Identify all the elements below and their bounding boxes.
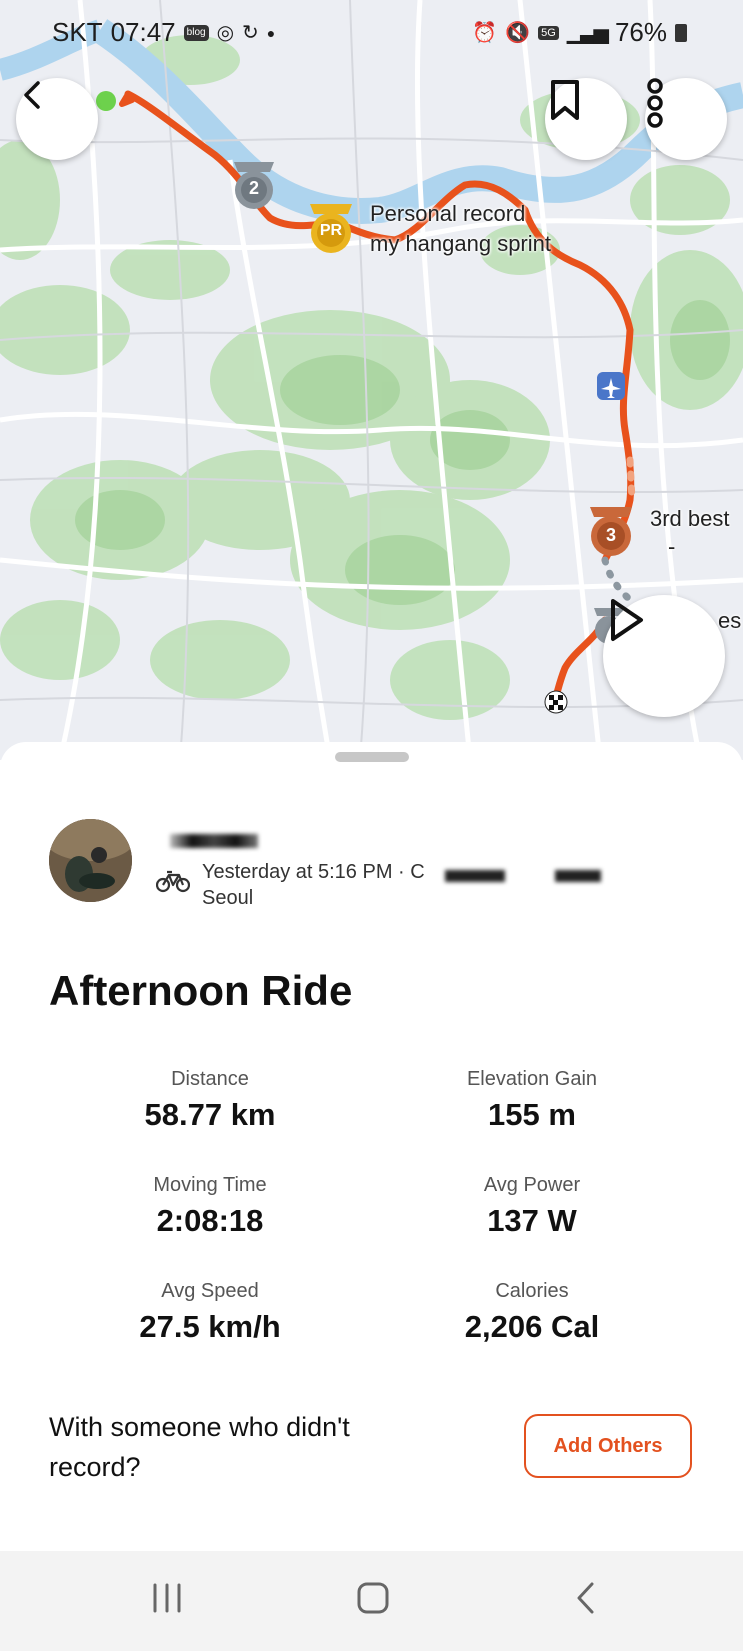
- finish-marker: [544, 690, 568, 714]
- recents-button[interactable]: [150, 1581, 184, 1620]
- segment-badge-3[interactable]: 3: [586, 503, 636, 559]
- with-someone-prompt: With someone who didn't record?: [49, 1412, 350, 1482]
- home-icon: [357, 1582, 389, 1614]
- third-best-dash: -: [668, 534, 676, 559]
- dot-icon: ●: [266, 24, 276, 41]
- badge-3-label: 3: [605, 525, 616, 545]
- activity-date: Yesterday at 5:16 PM · C: [202, 861, 425, 883]
- activity-sheet: Yesterday at 5:16 PM · C Seoul Afternoon…: [0, 742, 743, 1552]
- stat-moving-time: Moving Time 2:08:18: [60, 1174, 360, 1239]
- more-options-button[interactable]: [645, 78, 727, 160]
- bookmark-icon: [551, 80, 579, 120]
- stat-label: Avg Speed: [161, 1280, 259, 1302]
- device-redacted: [445, 870, 505, 882]
- stat-avg-speed: Avg Speed 27.5 km/h: [60, 1280, 360, 1345]
- stat-value: 137 W: [487, 1203, 577, 1238]
- mute-icon: 🔇: [505, 21, 531, 44]
- route-map[interactable]: 2 PR 3 Personal record my hangang sprint…: [0, 0, 743, 760]
- signal-icon: ▁▃▅: [566, 21, 609, 44]
- nav-back-button[interactable]: [570, 1581, 604, 1620]
- airport-icon: [597, 372, 625, 400]
- avatar[interactable]: [49, 819, 132, 902]
- stat-elevation: Elevation Gain 155 m: [382, 1068, 682, 1133]
- stat-value: 27.5 km/h: [139, 1309, 281, 1344]
- more-vertical-icon: [647, 78, 663, 128]
- athlete-name-redacted: [170, 834, 258, 848]
- add-others-button[interactable]: Add Others: [524, 1414, 692, 1478]
- recents-icon: [153, 1583, 181, 1613]
- nav-back-icon: [577, 1582, 594, 1614]
- stat-label: Moving Time: [153, 1174, 267, 1196]
- segment-badge-pr[interactable]: PR: [306, 200, 356, 256]
- play-flyover-button[interactable]: [603, 595, 725, 717]
- stat-value: 58.77 km: [144, 1097, 276, 1132]
- carrier-label: SKT: [52, 17, 103, 47]
- activity-location: Seoul: [202, 887, 254, 909]
- bike-icon: [155, 869, 191, 898]
- badge-2-label: 2: [248, 178, 259, 198]
- activity-title: Afternoon Ride: [49, 967, 353, 1014]
- blog-icon: blog: [183, 24, 209, 41]
- refresh-icon: ↻: [242, 21, 259, 44]
- stat-value: 155 m: [488, 1097, 576, 1132]
- stat-value: 2:08:18: [156, 1203, 264, 1238]
- stat-label: Avg Power: [483, 1174, 581, 1196]
- stat-distance: Distance 58.77 km: [60, 1068, 360, 1133]
- activity-meta: Yesterday at 5:16 PM · C Seoul: [202, 859, 425, 911]
- sync-icon: ◎: [216, 21, 235, 44]
- bookmark-button[interactable]: [545, 78, 627, 160]
- drag-handle[interactable]: [335, 752, 409, 762]
- stat-calories: Calories 2,206 Cal: [382, 1280, 682, 1345]
- battery-percent: 76%: [614, 17, 667, 47]
- stat-avg-power: Avg Power 137 W: [382, 1174, 682, 1239]
- system-nav-bar: [0, 1551, 743, 1651]
- back-button[interactable]: [16, 78, 98, 160]
- third-best-label: 3rd best: [650, 506, 730, 531]
- stat-label: Calories: [495, 1280, 569, 1302]
- home-button[interactable]: [356, 1581, 390, 1620]
- pr-label-line1: Personal record: [370, 201, 526, 226]
- network-badge: 5G: [538, 25, 559, 40]
- partial-label: es: [718, 608, 742, 633]
- play-icon: [611, 599, 643, 641]
- stat-label: Distance: [171, 1068, 249, 1090]
- stat-value: 2,206 Cal: [464, 1309, 600, 1344]
- segment-badge-2[interactable]: 2: [230, 158, 278, 212]
- status-bar: SKT 07:47 blog ◎ ↻ ● ⏰ 🔇 5G ▁▃▅ 76%: [0, 0, 743, 62]
- stat-label: Elevation Gain: [466, 1068, 598, 1090]
- pr-label-line2: my hangang sprint: [370, 231, 551, 256]
- clock-label: 07:47: [110, 17, 176, 47]
- alarm-icon: ⏰: [472, 21, 498, 44]
- battery-icon: [675, 23, 687, 42]
- device-redacted-2: [555, 870, 601, 882]
- badge-pr-label: PR: [319, 222, 343, 239]
- back-chevron-icon: [24, 81, 40, 109]
